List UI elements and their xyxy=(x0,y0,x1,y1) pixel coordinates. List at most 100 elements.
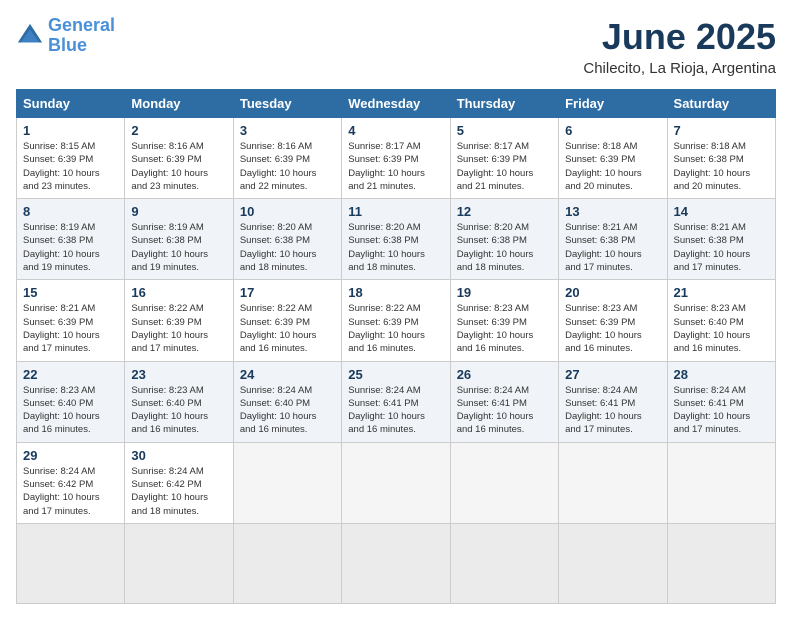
day-info: Sunrise: 8:18 AMSunset: 6:39 PMDaylight:… xyxy=(565,140,660,193)
title-area: June 2025 Chilecito, La Rioja, Argentina xyxy=(583,16,776,77)
table-cell xyxy=(667,523,775,603)
table-cell: 18 Sunrise: 8:22 AMSunset: 6:39 PMDayligh… xyxy=(342,280,450,361)
day-info: Sunrise: 8:21 AMSunset: 6:38 PMDaylight:… xyxy=(674,221,769,274)
table-cell xyxy=(125,523,233,603)
table-cell xyxy=(17,523,125,603)
logo-text: General Blue xyxy=(48,16,115,56)
table-cell xyxy=(342,442,450,523)
table-cell xyxy=(559,523,667,603)
table-cell: 8 Sunrise: 8:19 AMSunset: 6:38 PMDaylight… xyxy=(17,199,125,280)
day-info: Sunrise: 8:24 AMSunset: 6:42 PMDaylight:… xyxy=(131,465,226,518)
calendar-row: 8 Sunrise: 8:19 AMSunset: 6:38 PMDaylight… xyxy=(17,199,776,280)
day-info: Sunrise: 8:24 AMSunset: 6:42 PMDaylight:… xyxy=(23,465,118,518)
calendar-row: 29Sunrise: 8:24 AMSunset: 6:42 PMDayligh… xyxy=(17,442,776,523)
day-info: Sunrise: 8:24 AMSunset: 6:40 PMDaylight:… xyxy=(240,384,335,437)
table-cell: 9 Sunrise: 8:19 AMSunset: 6:38 PMDaylight… xyxy=(125,199,233,280)
day-info: Sunrise: 8:23 AMSunset: 6:40 PMDaylight:… xyxy=(674,302,769,355)
day-info: Sunrise: 8:20 AMSunset: 6:38 PMDaylight:… xyxy=(240,221,335,274)
day-number: 16 xyxy=(131,285,226,300)
table-cell xyxy=(559,442,667,523)
table-cell xyxy=(233,442,341,523)
day-number: 11 xyxy=(348,204,443,219)
day-info: Sunrise: 8:20 AMSunset: 6:38 PMDaylight:… xyxy=(348,221,443,274)
table-cell: 11 Sunrise: 8:20 AMSunset: 6:38 PMDayligh… xyxy=(342,199,450,280)
table-cell: 7Sunrise: 8:18 AMSunset: 6:38 PMDaylight… xyxy=(667,118,775,199)
table-cell: 16 Sunrise: 8:22 AMSunset: 6:39 PMDayligh… xyxy=(125,280,233,361)
day-info: Sunrise: 8:15 AMSunset: 6:39 PMDaylight:… xyxy=(23,140,118,193)
day-number: 5 xyxy=(457,123,552,138)
day-info: Sunrise: 8:16 AMSunset: 6:39 PMDaylight:… xyxy=(240,140,335,193)
calendar-row: 15 Sunrise: 8:21 AMSunset: 6:39 PMDayligh… xyxy=(17,280,776,361)
table-cell: 24Sunrise: 8:24 AMSunset: 6:40 PMDayligh… xyxy=(233,361,341,442)
calendar-row: 1Sunrise: 8:15 AMSunset: 6:39 PMDaylight… xyxy=(17,118,776,199)
day-number: 10 xyxy=(240,204,335,219)
table-cell: 26 Sunrise: 8:24 AMSunset: 6:41 PMDayligh… xyxy=(450,361,558,442)
table-cell: 19 Sunrise: 8:23 AMSunset: 6:39 PMDayligh… xyxy=(450,280,558,361)
calendar-title: June 2025 xyxy=(583,16,776,58)
day-info: Sunrise: 8:22 AMSunset: 6:39 PMDaylight:… xyxy=(240,302,335,355)
col-saturday: Saturday xyxy=(667,90,775,118)
table-cell: 4 Sunrise: 8:17 AMSunset: 6:39 PMDaylight… xyxy=(342,118,450,199)
table-cell xyxy=(450,442,558,523)
day-info: Sunrise: 8:22 AMSunset: 6:39 PMDaylight:… xyxy=(131,302,226,355)
table-cell: 12Sunrise: 8:20 AMSunset: 6:38 PMDayligh… xyxy=(450,199,558,280)
table-cell: 10 Sunrise: 8:20 AMSunset: 6:38 PMDayligh… xyxy=(233,199,341,280)
logo: General Blue xyxy=(16,16,115,56)
day-info: Sunrise: 8:20 AMSunset: 6:38 PMDaylight:… xyxy=(457,221,552,274)
day-number: 22 xyxy=(23,367,118,382)
day-info: Sunrise: 8:24 AMSunset: 6:41 PMDaylight:… xyxy=(565,384,660,437)
day-info: Sunrise: 8:24 AMSunset: 6:41 PMDaylight:… xyxy=(348,384,443,437)
table-cell: 25Sunrise: 8:24 AMSunset: 6:41 PMDayligh… xyxy=(342,361,450,442)
table-cell: 22 Sunrise: 8:23 AMSunset: 6:40 PMDayligh… xyxy=(17,361,125,442)
table-cell: 3 Sunrise: 8:16 AMSunset: 6:39 PMDaylight… xyxy=(233,118,341,199)
day-number: 19 xyxy=(457,285,552,300)
day-number: 3 xyxy=(240,123,335,138)
calendar-subtitle: Chilecito, La Rioja, Argentina xyxy=(583,60,776,77)
day-info: Sunrise: 8:17 AMSunset: 6:39 PMDaylight:… xyxy=(348,140,443,193)
day-number: 26 xyxy=(457,367,552,382)
day-info: Sunrise: 8:24 AMSunset: 6:41 PMDaylight:… xyxy=(674,384,769,437)
day-number: 18 xyxy=(348,285,443,300)
day-info: Sunrise: 8:24 AMSunset: 6:41 PMDaylight:… xyxy=(457,384,552,437)
table-cell: 1Sunrise: 8:15 AMSunset: 6:39 PMDaylight… xyxy=(17,118,125,199)
day-info: Sunrise: 8:18 AMSunset: 6:38 PMDaylight:… xyxy=(674,140,769,193)
day-number: 28 xyxy=(674,367,769,382)
table-cell: 27 Sunrise: 8:24 AMSunset: 6:41 PMDayligh… xyxy=(559,361,667,442)
logo-icon xyxy=(16,22,44,50)
day-number: 21 xyxy=(674,285,769,300)
day-number: 6 xyxy=(565,123,660,138)
table-cell: 2Sunrise: 8:16 AMSunset: 6:39 PMDaylight… xyxy=(125,118,233,199)
day-info: Sunrise: 8:19 AMSunset: 6:38 PMDaylight:… xyxy=(23,221,118,274)
day-number: 13 xyxy=(565,204,660,219)
col-wednesday: Wednesday xyxy=(342,90,450,118)
col-thursday: Thursday xyxy=(450,90,558,118)
table-cell: 29Sunrise: 8:24 AMSunset: 6:42 PMDayligh… xyxy=(17,442,125,523)
col-sunday: Sunday xyxy=(17,90,125,118)
day-number: 4 xyxy=(348,123,443,138)
col-tuesday: Tuesday xyxy=(233,90,341,118)
day-info: Sunrise: 8:21 AMSunset: 6:39 PMDaylight:… xyxy=(23,302,118,355)
header: General Blue June 2025 Chilecito, La Rio… xyxy=(16,16,776,77)
day-number: 20 xyxy=(565,285,660,300)
day-info: Sunrise: 8:23 AMSunset: 6:39 PMDaylight:… xyxy=(457,302,552,355)
day-number: 15 xyxy=(23,285,118,300)
day-number: 30 xyxy=(131,448,226,463)
day-info: Sunrise: 8:23 AMSunset: 6:39 PMDaylight:… xyxy=(565,302,660,355)
day-info: Sunrise: 8:19 AMSunset: 6:38 PMDaylight:… xyxy=(131,221,226,274)
day-number: 2 xyxy=(131,123,226,138)
day-number: 27 xyxy=(565,367,660,382)
table-cell xyxy=(233,523,341,603)
day-info: Sunrise: 8:21 AMSunset: 6:38 PMDaylight:… xyxy=(565,221,660,274)
table-cell xyxy=(342,523,450,603)
day-number: 17 xyxy=(240,285,335,300)
table-cell: 17 Sunrise: 8:22 AMSunset: 6:39 PMDayligh… xyxy=(233,280,341,361)
table-cell: 23Sunrise: 8:23 AMSunset: 6:40 PMDayligh… xyxy=(125,361,233,442)
day-number: 9 xyxy=(131,204,226,219)
calendar-table: Sunday Monday Tuesday Wednesday Thursday… xyxy=(16,89,776,604)
day-info: Sunrise: 8:23 AMSunset: 6:40 PMDaylight:… xyxy=(23,384,118,437)
table-cell: 20 Sunrise: 8:23 AMSunset: 6:39 PMDayligh… xyxy=(559,280,667,361)
table-cell: 30 Sunrise: 8:24 AMSunset: 6:42 PMDayligh… xyxy=(125,442,233,523)
day-number: 8 xyxy=(23,204,118,219)
day-info: Sunrise: 8:22 AMSunset: 6:39 PMDaylight:… xyxy=(348,302,443,355)
col-friday: Friday xyxy=(559,90,667,118)
